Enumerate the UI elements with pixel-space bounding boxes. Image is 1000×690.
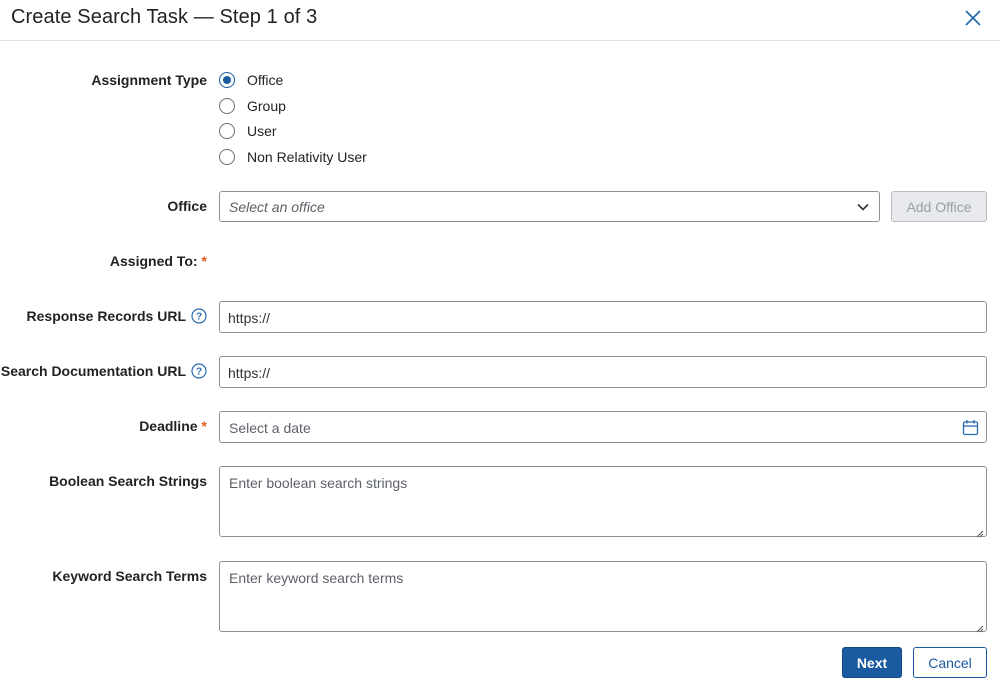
help-circle-icon[interactable]: ? bbox=[191, 363, 207, 379]
radio-non-relativity-user[interactable]: Non Relativity User bbox=[219, 149, 367, 165]
radio-button[interactable] bbox=[219, 123, 235, 139]
office-select[interactable]: Select an office bbox=[219, 191, 880, 222]
radio-button-selected[interactable] bbox=[219, 72, 235, 88]
boolean-search-strings-label: Boolean Search Strings bbox=[49, 473, 207, 489]
radio-label: User bbox=[247, 123, 277, 139]
assignment-type-label: Assignment Type bbox=[91, 72, 207, 88]
deadline-label: Deadline * bbox=[139, 418, 207, 434]
response-records-url-label: Response Records URL ? bbox=[27, 308, 207, 324]
keyword-search-textarea[interactable]: Enter keyword search terms bbox=[219, 561, 987, 633]
add-office-button[interactable]: Add Office bbox=[891, 191, 987, 222]
radio-user[interactable]: User bbox=[219, 123, 277, 139]
next-button[interactable]: Next bbox=[842, 647, 902, 678]
radio-button[interactable] bbox=[219, 149, 235, 165]
assigned-to-label: Assigned To: * bbox=[109, 253, 207, 269]
required-mark: * bbox=[201, 418, 207, 434]
keyword-search-terms-label: Keyword Search Terms bbox=[52, 568, 207, 584]
search-documentation-url-label: Search Documentation URL ? bbox=[1, 363, 207, 379]
help-circle-icon[interactable]: ? bbox=[191, 308, 207, 324]
date-placeholder: Select a date bbox=[229, 420, 311, 436]
radio-group[interactable]: Group bbox=[219, 98, 286, 114]
calendar-icon[interactable] bbox=[962, 419, 979, 436]
office-placeholder: Select an office bbox=[229, 199, 325, 215]
radio-button[interactable] bbox=[219, 98, 235, 114]
dialog-header: Create Search Task — Step 1 of 3 bbox=[0, 0, 1000, 41]
dialog-title: Create Search Task — Step 1 of 3 bbox=[11, 6, 318, 28]
radio-label: Office bbox=[247, 72, 284, 88]
deadline-date-input[interactable]: Select a date bbox=[219, 411, 987, 443]
input-value: https:// bbox=[228, 365, 271, 381]
resize-grip-icon[interactable] bbox=[975, 620, 984, 633]
boolean-search-textarea[interactable]: Enter boolean search strings bbox=[219, 466, 987, 538]
textarea-placeholder: Enter boolean search strings bbox=[229, 475, 408, 491]
svg-text:?: ? bbox=[196, 367, 202, 378]
radio-label: Non Relativity User bbox=[247, 149, 367, 165]
search-documentation-url-input[interactable]: https:// bbox=[219, 356, 987, 388]
office-label: Office bbox=[167, 198, 207, 214]
svg-text:?: ? bbox=[196, 312, 202, 323]
resize-grip-icon[interactable] bbox=[975, 525, 984, 538]
radio-office[interactable]: Office bbox=[219, 72, 283, 88]
input-value: https:// bbox=[228, 310, 271, 326]
close-icon[interactable] bbox=[960, 5, 986, 31]
radio-label: Group bbox=[247, 98, 286, 114]
cancel-button[interactable]: Cancel bbox=[913, 647, 987, 678]
required-mark: * bbox=[201, 253, 207, 269]
chevron-down-icon bbox=[856, 200, 870, 214]
textarea-placeholder: Enter keyword search terms bbox=[229, 570, 404, 586]
response-records-url-input[interactable]: https:// bbox=[219, 301, 987, 333]
